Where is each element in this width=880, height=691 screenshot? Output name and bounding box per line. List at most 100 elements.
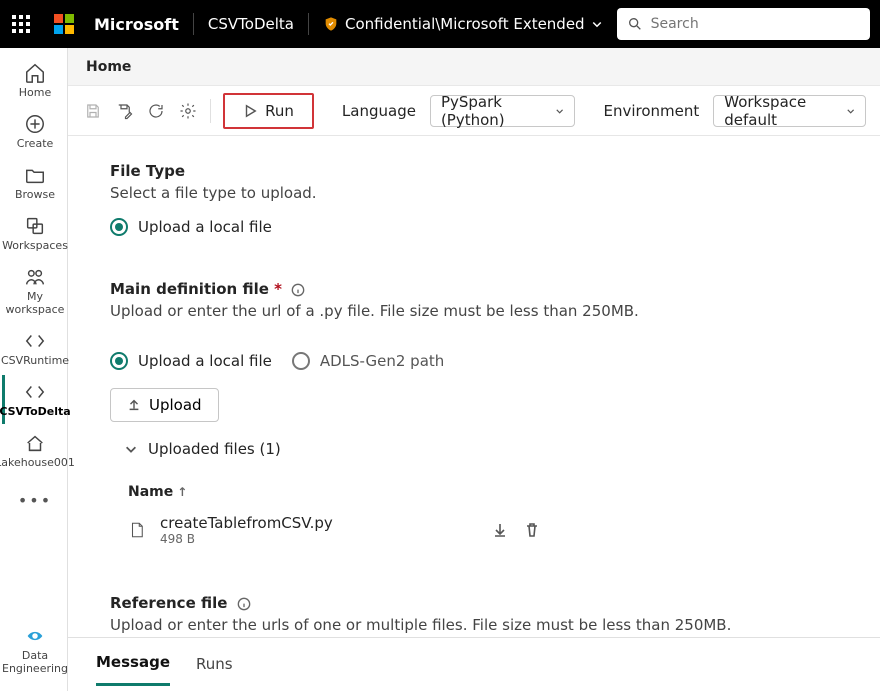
rail-lakehouse-label: Lakehouse001 bbox=[0, 456, 75, 469]
shield-icon bbox=[323, 16, 339, 32]
rail-data-engineering-label: Data Engineering bbox=[2, 649, 68, 675]
col-name-text: Name bbox=[128, 484, 173, 500]
chevron-down-icon bbox=[124, 442, 138, 456]
save-button[interactable] bbox=[82, 96, 104, 126]
rail-csvtodelta-label: CSVToDelta bbox=[0, 405, 71, 418]
top-bar: Microsoft CSVToDelta Confidential\Micros… bbox=[0, 0, 880, 48]
rail-data-engineering[interactable]: Data Engineering bbox=[2, 619, 66, 681]
reffile-title: Reference file bbox=[110, 594, 880, 612]
toolbar: Run Language PySpark (Python) Environmen… bbox=[68, 86, 880, 136]
more-icon: ••• bbox=[18, 491, 52, 510]
search-input[interactable] bbox=[651, 16, 860, 32]
refresh-icon bbox=[147, 102, 165, 120]
radio-icon bbox=[110, 352, 128, 370]
app-launcher-icon[interactable] bbox=[12, 15, 30, 33]
rail-lakehouse[interactable]: Lakehouse001 bbox=[2, 426, 66, 475]
uploaded-files-label: Uploaded files (1) bbox=[148, 440, 281, 458]
rail-my-workspace[interactable]: My workspace bbox=[2, 260, 66, 322]
folder-icon bbox=[24, 164, 46, 186]
radio-icon bbox=[292, 352, 310, 370]
environment-dropdown[interactable]: Workspace default bbox=[713, 95, 866, 127]
info-icon[interactable] bbox=[237, 597, 251, 611]
settings-button[interactable] bbox=[177, 96, 199, 126]
rail-create[interactable]: Create bbox=[2, 107, 66, 156]
info-icon[interactable] bbox=[291, 283, 305, 297]
tab-runs[interactable]: Runs bbox=[196, 645, 233, 685]
reffile-title-text: Reference file bbox=[110, 594, 227, 612]
maindef-option-local-label: Upload a local file bbox=[138, 352, 272, 370]
delete-icon[interactable] bbox=[524, 522, 540, 538]
data-engineering-icon bbox=[24, 625, 46, 647]
rail-workspaces-label: Workspaces bbox=[2, 239, 68, 252]
play-icon bbox=[243, 104, 257, 118]
tab-message[interactable]: Message bbox=[96, 643, 170, 686]
code-brackets-icon bbox=[24, 330, 46, 352]
maindef-title: Main definition file * bbox=[110, 280, 880, 298]
confidentiality-dropdown[interactable]: Confidential\Microsoft Extended bbox=[323, 15, 603, 33]
confidentiality-label: Confidential\Microsoft Extended bbox=[345, 15, 585, 33]
environment-value: Workspace default bbox=[724, 93, 817, 129]
rail-create-label: Create bbox=[17, 137, 54, 150]
save-as-button[interactable] bbox=[114, 96, 136, 126]
code-brackets-icon bbox=[24, 381, 46, 403]
lakehouse-icon bbox=[24, 432, 46, 454]
upload-icon bbox=[127, 398, 141, 412]
divider bbox=[193, 13, 194, 35]
maindef-option-adls-label: ADLS-Gen2 path bbox=[320, 352, 444, 370]
rail-browse[interactable]: Browse bbox=[2, 158, 66, 207]
file-name: createTablefromCSV.py bbox=[160, 514, 333, 532]
gear-icon bbox=[179, 102, 197, 120]
rail-home-label: Home bbox=[19, 86, 51, 99]
chevron-down-icon bbox=[591, 18, 603, 30]
file-row: createTablefromCSV.py 498 B bbox=[124, 506, 544, 554]
rail-workspaces[interactable]: Workspaces bbox=[2, 209, 66, 258]
filetype-option-local-label: Upload a local file bbox=[138, 218, 272, 236]
rail-my-workspace-label: My workspace bbox=[5, 290, 66, 316]
maindef-title-text: Main definition file bbox=[110, 280, 269, 298]
breadcrumb: Home bbox=[68, 48, 880, 86]
rail-csvruntime-label: CSVRuntime bbox=[1, 354, 69, 367]
app-name[interactable]: CSVToDelta bbox=[208, 15, 294, 33]
content-scroll[interactable]: File Type Select a file type to upload. … bbox=[68, 136, 880, 637]
refresh-button[interactable] bbox=[145, 96, 167, 126]
divider bbox=[210, 99, 211, 123]
rail-browse-label: Browse bbox=[15, 188, 55, 201]
rail-csvruntime[interactable]: CSVRuntime bbox=[2, 324, 66, 373]
language-dropdown[interactable]: PySpark (Python) bbox=[430, 95, 576, 127]
maindef-option-local[interactable]: Upload a local file bbox=[110, 352, 272, 370]
sort-asc-icon: ↑ bbox=[177, 485, 187, 499]
required-asterisk: * bbox=[274, 280, 282, 298]
brand-text: Microsoft bbox=[94, 15, 179, 34]
workspaces-icon bbox=[24, 215, 46, 237]
chevron-down-icon bbox=[555, 104, 564, 118]
download-icon[interactable] bbox=[492, 522, 508, 538]
maindef-subtitle: Upload or enter the url of a .py file. F… bbox=[110, 302, 880, 320]
divider bbox=[308, 13, 309, 35]
col-name-header[interactable]: Name ↑ bbox=[124, 478, 544, 506]
filetype-title: File Type bbox=[110, 162, 880, 180]
rail-home[interactable]: Home bbox=[2, 56, 66, 105]
upload-button-label: Upload bbox=[149, 396, 202, 414]
language-value: PySpark (Python) bbox=[441, 93, 527, 129]
plus-circle-icon bbox=[24, 113, 46, 135]
rail-more[interactable]: ••• bbox=[2, 485, 66, 516]
upload-button[interactable]: Upload bbox=[110, 388, 219, 422]
breadcrumb-home[interactable]: Home bbox=[86, 59, 131, 75]
run-button[interactable]: Run bbox=[223, 93, 314, 129]
run-label: Run bbox=[265, 102, 294, 120]
file-icon bbox=[128, 521, 146, 539]
uploaded-files-toggle[interactable]: Uploaded files (1) bbox=[124, 440, 880, 458]
main-area: Home Run Language PySpark (Python) Envir… bbox=[68, 48, 880, 691]
save-icon bbox=[84, 102, 102, 120]
left-rail: Home Create Browse Workspaces My workspa… bbox=[0, 48, 68, 691]
global-search[interactable] bbox=[617, 8, 870, 40]
maindef-radio-group: Upload a local file ADLS-Gen2 path bbox=[110, 336, 880, 370]
uploaded-files-table: Name ↑ createTablefromCSV.py 498 B bbox=[124, 478, 544, 554]
filetype-option-local[interactable]: Upload a local file bbox=[110, 218, 880, 236]
chevron-down-icon bbox=[846, 104, 855, 118]
language-label: Language bbox=[342, 102, 416, 120]
maindef-option-adls[interactable]: ADLS-Gen2 path bbox=[292, 352, 444, 370]
file-size: 498 B bbox=[160, 532, 333, 546]
people-icon bbox=[24, 266, 46, 288]
rail-csvtodelta[interactable]: CSVToDelta bbox=[2, 375, 66, 424]
